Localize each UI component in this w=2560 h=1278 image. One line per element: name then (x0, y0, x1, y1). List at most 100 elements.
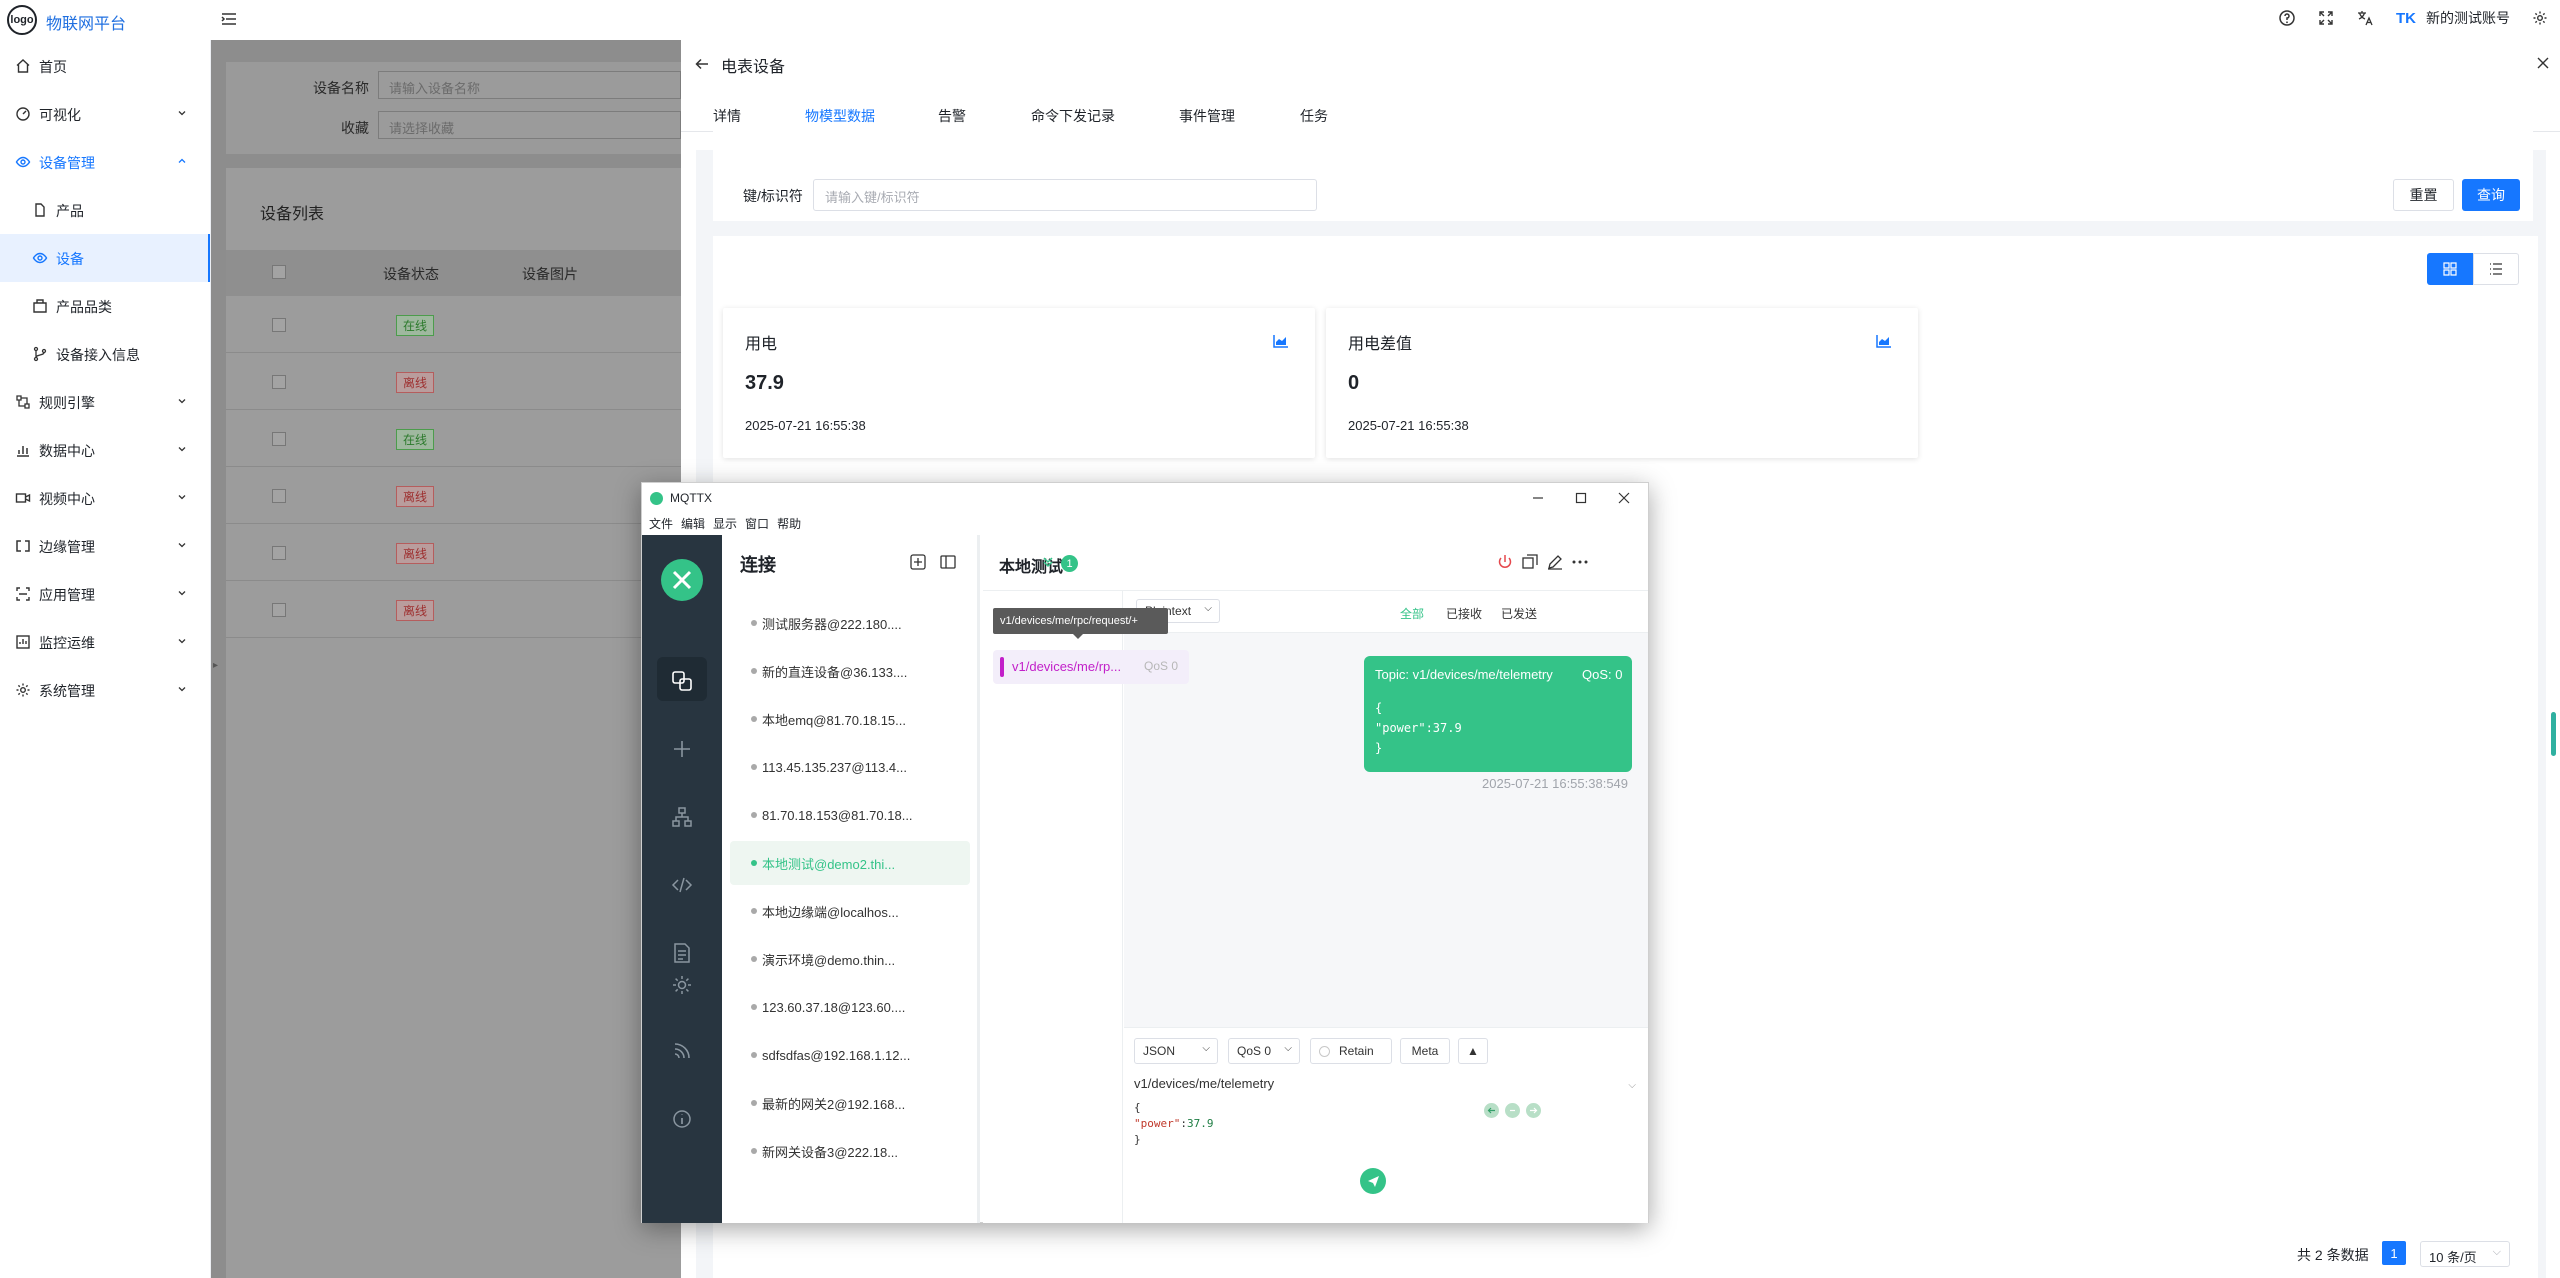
sidebar-item-label: 产品品类 (56, 299, 112, 315)
sidebar-item-video-center[interactable]: 视频中心 (0, 474, 210, 522)
column-header: 设备图片 (522, 266, 578, 282)
connection-item[interactable]: 演示环境@demo.thin... (730, 937, 970, 981)
meta-button[interactable]: Meta (1400, 1038, 1450, 1064)
more-icon[interactable] (1571, 553, 1589, 571)
menu-help[interactable]: 帮助 (777, 515, 801, 535)
grid-view-button[interactable] (2427, 253, 2473, 285)
area-chart-icon[interactable] (1876, 334, 1892, 348)
tab-alarms[interactable]: 告警 (938, 106, 966, 126)
connection-name: 113.45.135.237@113.4... (762, 759, 907, 775)
connection-item[interactable]: 最新的网关2@192.168... (730, 1081, 970, 1125)
gear-icon[interactable] (670, 973, 694, 997)
connection-item[interactable]: 新网关设备3@222.18... (730, 1129, 970, 1173)
fullscreen-icon[interactable] (2318, 10, 2334, 26)
side-scroll-handle[interactable] (2551, 712, 2556, 756)
dash-icon[interactable] (1505, 1103, 1520, 1118)
sidebar-item-data-center[interactable]: 数据中心 (0, 426, 210, 474)
sidebar-item-device[interactable]: 设备 (0, 234, 210, 282)
sidebar-item-visualization[interactable]: 可视化 (0, 90, 210, 138)
topology-icon[interactable] (670, 805, 694, 829)
filter-all[interactable]: 全部 (1400, 605, 1424, 622)
settings-icon[interactable] (2532, 10, 2548, 26)
metric-title: 用电 (745, 336, 778, 353)
close-icon[interactable] (2536, 56, 2550, 70)
connection-item[interactable]: 新的直连设备@36.133.... (730, 649, 970, 693)
pagination-page[interactable]: 1 (2382, 1241, 2406, 1265)
add-connection-icon[interactable] (909, 553, 927, 571)
sidebar-item-product[interactable]: 产品 (0, 186, 210, 234)
publish-qos-select[interactable]: QoS 0 ⌵ (1228, 1038, 1300, 1064)
connection-item[interactable]: 113.45.135.237@113.4... (730, 745, 970, 789)
page-size-select[interactable]: 10 条/页 ⌵ (2420, 1241, 2510, 1267)
arrow-left-icon[interactable] (1484, 1103, 1499, 1118)
query-button[interactable]: 查询 (2462, 179, 2520, 211)
connection-item[interactable]: 123.60.37.18@123.60.... (730, 985, 970, 1029)
account-name[interactable]: 新的测试账号 (2426, 8, 2510, 28)
menu-view[interactable]: 显示 (713, 515, 737, 535)
sidebar-item-home[interactable]: 首页 (0, 42, 210, 90)
rule-icon (15, 394, 31, 410)
filter-received[interactable]: 已接收 (1446, 605, 1482, 622)
connection-item[interactable]: 本地边缘端@localhos... (730, 889, 970, 933)
area-chart-icon[interactable] (1273, 334, 1289, 348)
tab-thing-model-data[interactable]: 物模型数据 (805, 106, 875, 126)
tab-tasks[interactable]: 任务 (1300, 106, 1328, 126)
new-window-icon[interactable] (1521, 553, 1539, 571)
sidebar-item-edge-management[interactable]: 边缘管理 (0, 522, 210, 570)
feed-icon[interactable] (670, 1039, 694, 1063)
tab-event-management[interactable]: 事件管理 (1179, 106, 1235, 126)
window-close-icon[interactable] (1617, 491, 1631, 505)
edit-icon[interactable] (1546, 553, 1564, 571)
retain-toggle[interactable]: Retain (1310, 1038, 1392, 1064)
connection-item[interactable]: sdfsdfas@192.168.1.12... (730, 1033, 970, 1077)
layout-icon[interactable] (939, 553, 957, 571)
connection-item[interactable]: 81.70.18.153@81.70.18... (730, 793, 970, 837)
connection-item[interactable]: 本地emq@81.70.18.15... (730, 697, 970, 741)
send-button[interactable] (1360, 1168, 1386, 1194)
sidebar-item-label: 数据中心 (39, 443, 95, 459)
table-row (226, 467, 686, 524)
filter-sent[interactable]: 已发送 (1501, 605, 1537, 622)
menu-toggle-icon[interactable] (220, 10, 238, 28)
sidebar-item-app-management[interactable]: 应用管理 (0, 570, 210, 618)
list-view-button[interactable] (2473, 253, 2519, 285)
menu-window[interactable]: 窗口 (745, 515, 769, 535)
connection-item-active[interactable]: 本地测试@demo2.thi... (730, 841, 970, 885)
publish-payload-editor[interactable]: { "power":37.9 } (1134, 1100, 1213, 1148)
subscription-item[interactable]: v1/devices/me/rp... QoS 0 (993, 650, 1189, 684)
publish-format-select[interactable]: JSON ⌵ (1134, 1038, 1218, 1064)
sidebar-item-device-access-info[interactable]: 设备接入信息 (0, 330, 210, 378)
new-connection-icon[interactable] (670, 737, 694, 761)
tab-command-records[interactable]: 命令下发记录 (1031, 106, 1115, 126)
sidebar-item-device-management[interactable]: 设备管理 (0, 138, 210, 186)
key-input[interactable]: 请输入键/标识符 (813, 179, 1317, 211)
sidebar-item-system-management[interactable]: 系统管理 (0, 666, 210, 714)
translate-icon[interactable] (2356, 9, 2374, 27)
arrow-right-icon[interactable] (1526, 1103, 1541, 1118)
reset-button[interactable]: 重置 (2393, 179, 2454, 211)
collapse-handle-icon[interactable]: ▸ (213, 660, 218, 671)
maximize-icon[interactable] (1574, 491, 1588, 505)
menu-edit[interactable]: 编辑 (681, 515, 705, 535)
sidebar-item-product-category[interactable]: 产品品类 (0, 282, 210, 330)
disconnect-icon[interactable] (1496, 553, 1514, 571)
sidebar-item-label: 规则引擎 (39, 395, 95, 411)
info-icon[interactable] (670, 1107, 694, 1131)
chevron-down-icon[interactable]: ⌵ (1628, 1080, 1636, 1091)
help-icon[interactable] (2278, 9, 2296, 27)
double-chevron-down-icon[interactable] (1041, 555, 1055, 569)
message-bubble[interactable]: Topic: v1/devices/me/telemetry QoS: 0 { … (1364, 656, 1632, 772)
script-icon[interactable] (670, 873, 694, 897)
minimize-icon[interactable] (1531, 491, 1545, 505)
connection-item[interactable]: 测试服务器@222.180.... (730, 601, 970, 645)
connections-icon[interactable] (670, 669, 694, 693)
back-arrow-icon[interactable] (694, 56, 710, 72)
sidebar-item-rule-engine[interactable]: 规则引擎 (0, 378, 210, 426)
menu-file[interactable]: 文件 (649, 515, 673, 535)
tab-details[interactable]: 详情 (713, 106, 741, 126)
expand-button[interactable]: ▲ (1458, 1038, 1488, 1064)
log-icon[interactable] (670, 941, 694, 965)
publish-topic-input[interactable]: v1/devices/me/telemetry (1134, 1076, 1274, 1091)
sidebar-item-monitoring[interactable]: 监控运维 (0, 618, 210, 666)
status-dot (751, 668, 757, 674)
